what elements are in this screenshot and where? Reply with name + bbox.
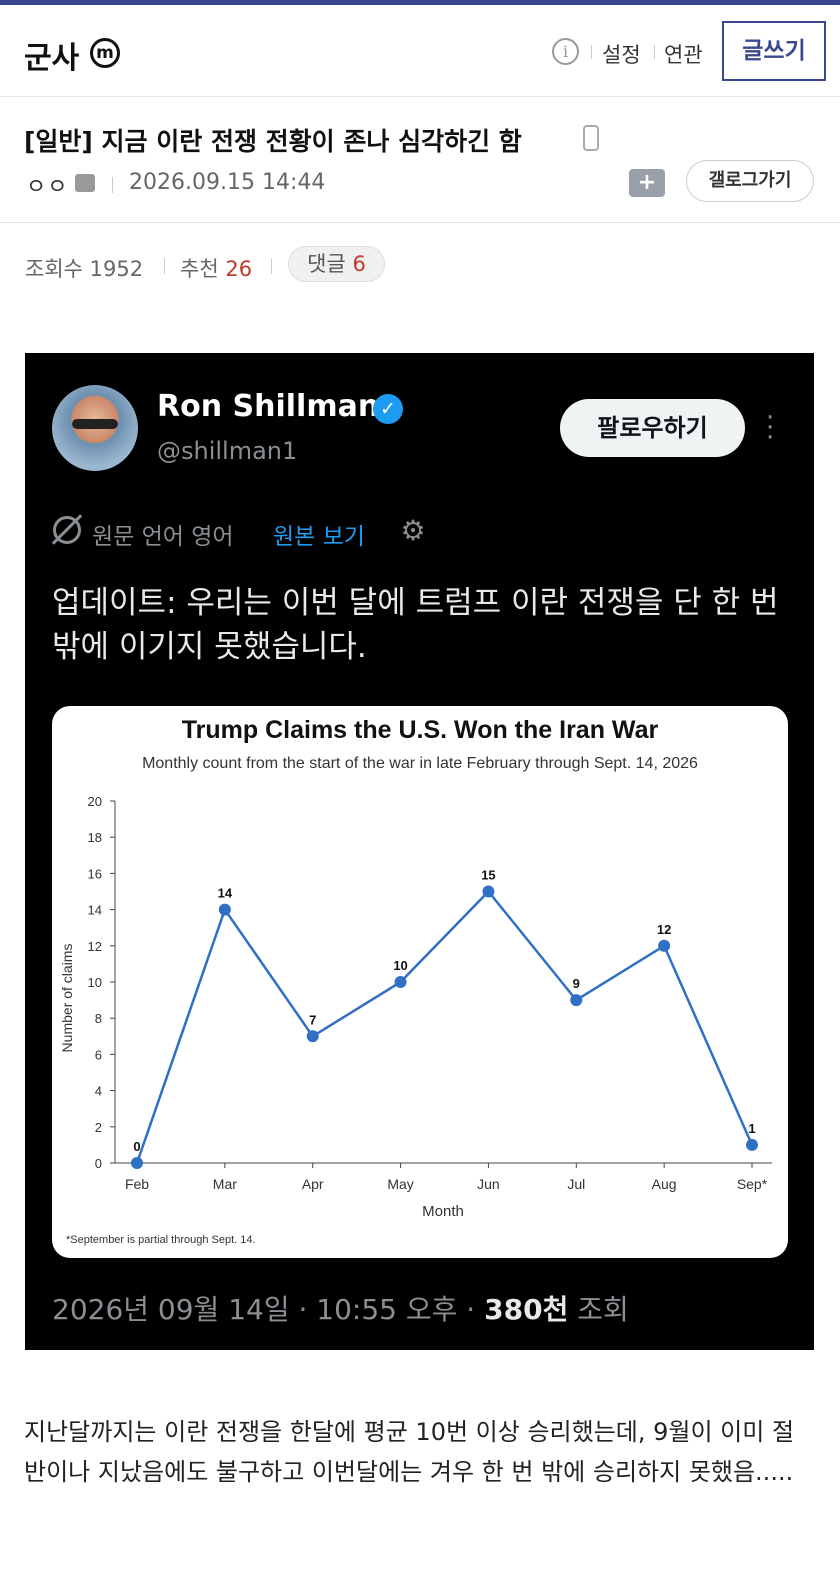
x-tick-label: Jun: [477, 1176, 500, 1192]
divider: [164, 258, 165, 274]
chart-subtitle: Monthly count from the start of the war …: [142, 755, 698, 772]
data-label: 1: [748, 1121, 755, 1136]
add-folder-icon[interactable]: +: [629, 169, 665, 197]
avatar: [52, 385, 138, 471]
y-tick-label: 0: [95, 1156, 102, 1171]
x-tick-label: Jul: [567, 1176, 585, 1192]
data-point: [482, 885, 495, 898]
y-tick-label: 20: [88, 794, 102, 809]
tweet-text: 업데이트: 우리는 이번 달에 트럼프 이란 전쟁을 단 한 번밖에 이기지 못…: [52, 585, 779, 665]
comments-button[interactable]: 댓글 6: [288, 246, 385, 282]
related-link[interactable]: 연관: [664, 39, 703, 69]
recommend-stat: 추천 26: [180, 253, 252, 283]
data-label: 7: [309, 1012, 316, 1027]
minor-gallery-badge-icon: m: [90, 38, 120, 68]
data-point: [131, 1157, 143, 1169]
tweet-author-name: Ron Shillman: [157, 389, 380, 424]
data-label: 14: [218, 886, 233, 901]
y-axis-label: Number of claims: [59, 944, 75, 1053]
post-stats: 조회수 1952 추천 26 댓글 6: [0, 222, 840, 292]
divider: [654, 45, 655, 59]
line-chart: Trump Claims the U.S. Won the Iran War M…: [59, 716, 772, 1246]
recommend-count: 26: [225, 257, 253, 281]
data-point: [306, 1030, 319, 1043]
data-point: [746, 1138, 758, 1151]
data-label: 12: [657, 922, 671, 937]
verified-badge-icon: ✓: [373, 394, 403, 424]
author-name[interactable]: ㅇㅇ: [26, 169, 68, 201]
chart-footnote: *September is partial through Sept. 14.: [66, 1234, 256, 1246]
info-icon[interactable]: i: [552, 38, 579, 65]
chart-card: Trump Claims the U.S. Won the Iran War M…: [52, 706, 788, 1258]
recommend-label: 추천: [180, 257, 219, 281]
follow-button: 팔로우하기: [560, 399, 745, 457]
data-point: [218, 903, 231, 916]
gallery-name[interactable]: 군사: [24, 33, 79, 77]
post-date: 2026.09.15 14:44: [129, 170, 326, 195]
y-tick-label: 18: [88, 830, 102, 845]
tweet-author-handle: @shillman1: [157, 437, 298, 465]
data-label: 9: [573, 976, 580, 991]
y-tick-label: 8: [95, 1011, 102, 1026]
tweet-date: 2026년 09월 14일 · 10:55 오후 ·: [52, 1293, 485, 1326]
original-language-label: 원문 언어 영어: [92, 524, 234, 550]
divider: [591, 45, 592, 59]
data-point: [570, 994, 583, 1007]
gear-icon: ⚙: [400, 514, 426, 547]
x-axis-label: Month: [422, 1203, 464, 1220]
post-title: [일반] 지금 이란 전쟁 전황이 존나 심각하긴 함: [24, 127, 522, 156]
data-point: [658, 939, 671, 952]
x-tick-label: May: [387, 1176, 413, 1192]
plot-area: 02468101214161820Feb Mar Apr May Jun Jul Aug Se…: [88, 794, 772, 1192]
views-stat: 조회수 1952: [25, 253, 143, 283]
y-tick-label: 12: [88, 939, 102, 954]
avatar-glasses: [72, 419, 118, 429]
data-label: 10: [393, 958, 407, 973]
nickname-icon: [75, 174, 95, 192]
post-header: [일반] 지금 이란 전쟁 전황이 존나 심각하긴 함 ㅇㅇ 2026.09.1…: [0, 97, 840, 223]
tweet-screenshot: Ron Shillman ✓ @shillman1 팔로우하기 · · · 원문 언…: [25, 353, 814, 1350]
x-tick-label: Mar: [213, 1176, 237, 1192]
x-tick-label: Apr: [302, 1176, 324, 1192]
tweet-views-count: 380천: [484, 1293, 569, 1326]
chart-title: Trump Claims the U.S. Won the Iran War: [182, 716, 659, 744]
gallery-header: 군사 m i 설정 연관 글쓰기: [0, 5, 840, 97]
views-count: 1952: [89, 257, 144, 281]
view-original-link: 원본 보기: [273, 524, 365, 550]
comments-label: 댓글: [307, 252, 346, 276]
x-tick-label: Sep*: [737, 1176, 768, 1192]
y-tick-label: 16: [88, 866, 102, 881]
data-label: 0: [133, 1139, 140, 1154]
y-tick-label: 2: [95, 1120, 102, 1135]
comments-count: 6: [352, 252, 366, 276]
y-tick-label: 14: [88, 903, 102, 918]
divider: [271, 258, 272, 274]
tweet-footer: 2026년 09월 14일 · 10:55 오후 · 380천 조회: [52, 1288, 629, 1328]
tweet-views-label: 조회: [568, 1293, 629, 1326]
data-label: 15: [481, 868, 495, 883]
gallog-button[interactable]: 갤로그가기: [686, 160, 814, 202]
y-tick-label: 10: [88, 975, 102, 990]
post-body-text: 지난달까지는 이란 전쟁을 한달에 평균 10번 이상 승리했는데, 9월이 이…: [24, 1418, 795, 1486]
y-tick-label: 4: [95, 1084, 102, 1099]
x-tick-label: Feb: [125, 1176, 149, 1192]
x-tick-label: Aug: [652, 1176, 677, 1192]
more-options-icon: · · ·: [766, 403, 775, 453]
settings-link[interactable]: 설정: [602, 39, 641, 69]
divider: [112, 177, 113, 193]
data-point: [394, 976, 407, 988]
views-label: 조회수: [25, 257, 83, 281]
y-tick-label: 6: [95, 1047, 102, 1062]
write-button[interactable]: 글쓰기: [722, 21, 826, 81]
mobile-icon: [583, 125, 599, 151]
